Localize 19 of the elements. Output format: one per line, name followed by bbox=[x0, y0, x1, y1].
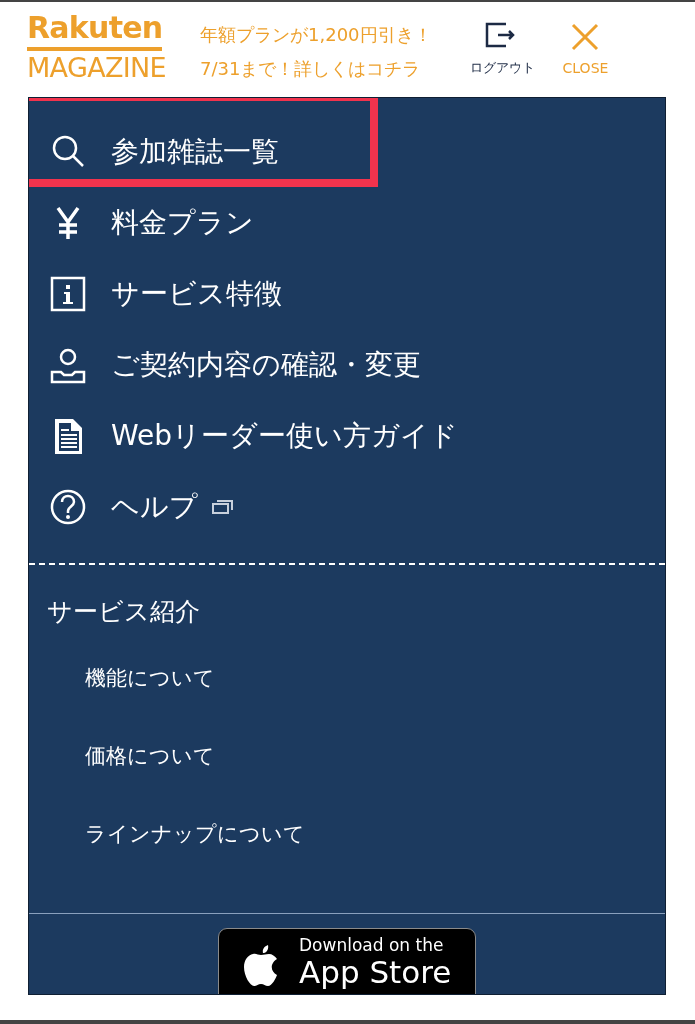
menu-item[interactable]: Webリーダー使い方ガイド bbox=[29, 400, 665, 471]
section-title: サービス紹介 bbox=[46, 596, 201, 628]
section-link[interactable]: 機能について bbox=[85, 652, 215, 731]
close-icon bbox=[570, 22, 601, 52]
logo-rakuten: Rakuten bbox=[27, 10, 163, 51]
menu-item[interactable]: 料金プラン bbox=[29, 187, 665, 258]
badge-caption: Download on the bbox=[299, 935, 445, 955]
menu-item[interactable]: 参加雑誌一覧 bbox=[29, 116, 665, 187]
section-link[interactable]: ラインナップについて bbox=[85, 808, 305, 887]
menu-item[interactable]: ヘルプ bbox=[29, 471, 665, 542]
app-store-badge[interactable]: Download on the App Store bbox=[218, 928, 476, 994]
help-icon bbox=[49, 487, 87, 526]
badge-title: App Store bbox=[299, 955, 452, 989]
menu-item[interactable]: サービス特徴 bbox=[29, 258, 665, 329]
menu-item[interactable]: ご契約内容の確認・変更 bbox=[29, 329, 665, 400]
logo-magazine: MAGAZINE bbox=[27, 51, 166, 85]
logout-button[interactable]: ログアウト bbox=[469, 22, 535, 78]
section-link[interactable]: 価格について bbox=[85, 730, 215, 809]
info-icon bbox=[49, 274, 87, 313]
